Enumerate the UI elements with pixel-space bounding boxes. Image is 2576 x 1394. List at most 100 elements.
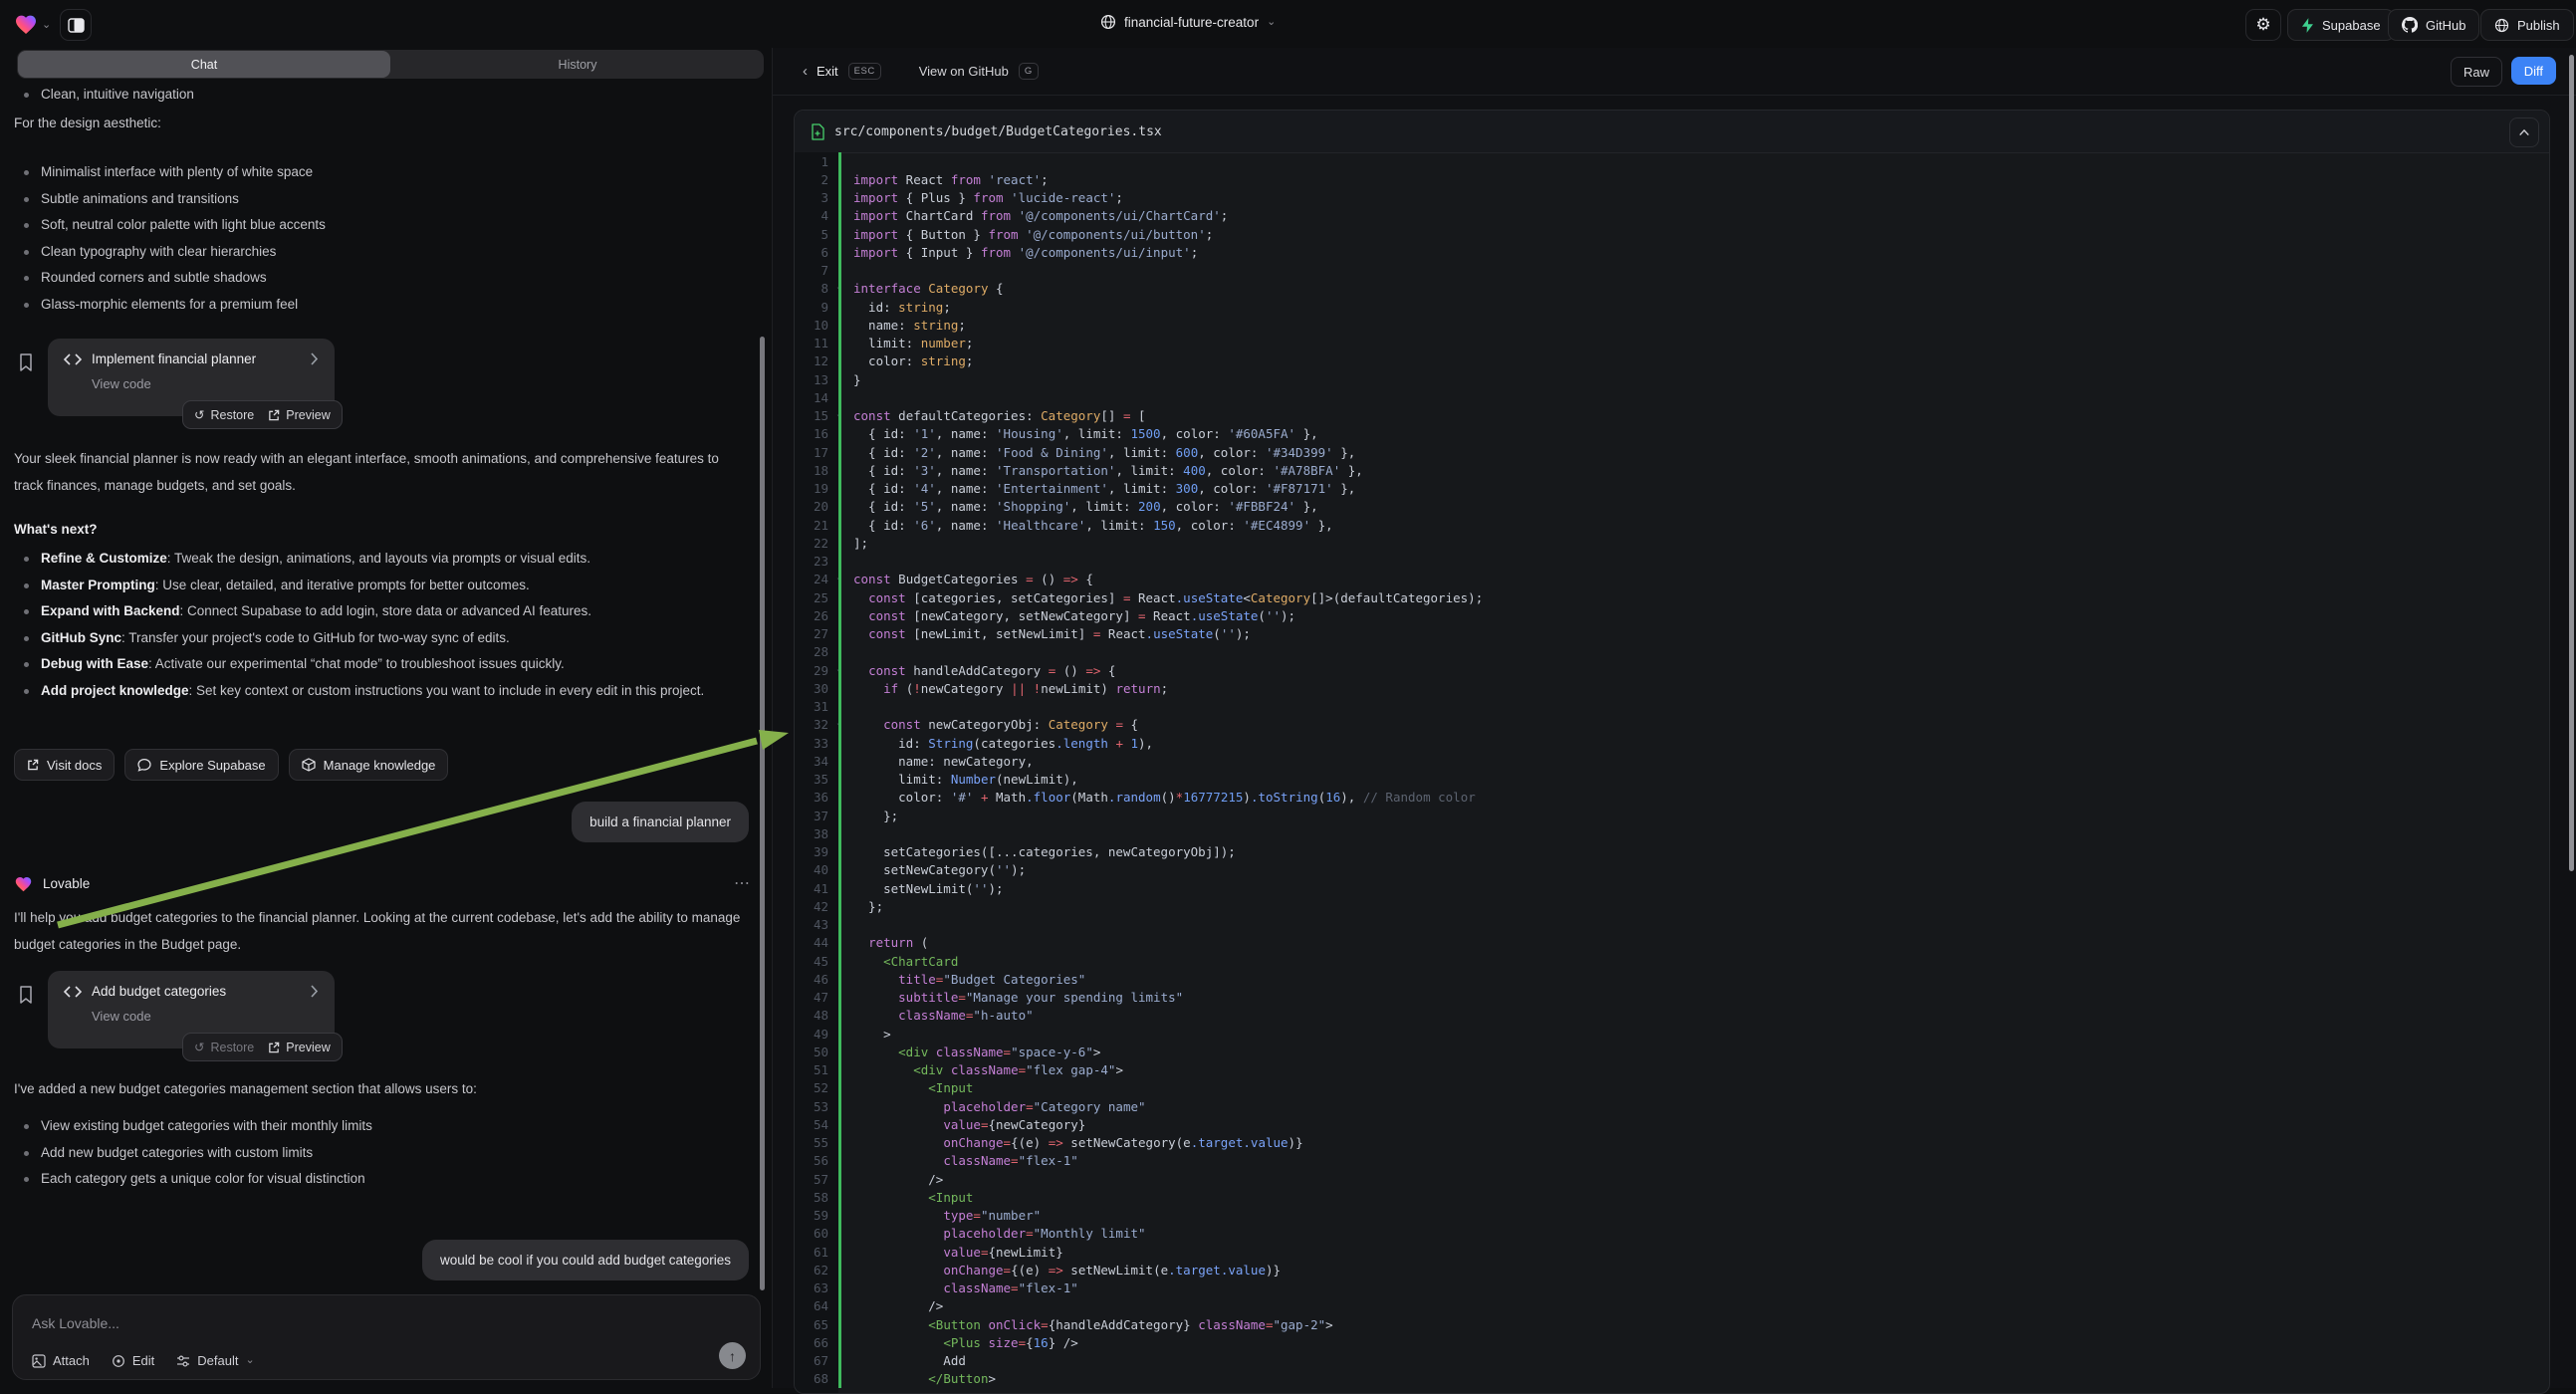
restore-button[interactable]: ↺Restore: [194, 1040, 254, 1054]
code-line: 41 setNewLimit('');: [795, 879, 2549, 897]
collapse-button[interactable]: [2509, 117, 2539, 147]
code-line: 11 limit: number;: [795, 335, 2549, 352]
sidebar-toggle-button[interactable]: [60, 9, 92, 41]
diff-added-marker: [838, 1134, 841, 1152]
code-line: 13}: [795, 370, 2549, 388]
bullet-dot: [24, 223, 29, 228]
external-link-icon: [268, 409, 280, 421]
diff-toggle-button[interactable]: Diff: [2511, 57, 2556, 85]
chat-panel[interactable]: Chat History Clean, intuitive navigation…: [0, 48, 772, 1388]
image-icon: [32, 1354, 46, 1368]
code-line: 25 const [categories, setCategories] = R…: [795, 588, 2549, 606]
publish-button[interactable]: Publish: [2480, 9, 2574, 41]
mode-selector[interactable]: Default ⌄: [176, 1353, 254, 1368]
restore-button[interactable]: ↺Restore: [194, 407, 254, 422]
bookmark-icon[interactable]: [18, 985, 34, 1005]
view-code-link[interactable]: View code: [92, 376, 319, 391]
code-lines[interactable]: 12import React from 'react';3import { Pl…: [795, 152, 2549, 1393]
diff-added-marker: [838, 1297, 841, 1315]
diff-added-marker: [838, 388, 841, 406]
diff-added-marker: [838, 1061, 841, 1079]
code-line: 24⌄const BudgetCategories = () => {: [795, 571, 2549, 588]
code-card: src/components/budget/BudgetCategories.t…: [794, 110, 2550, 1394]
sliders-icon: [176, 1354, 190, 1368]
globe-icon: [1100, 14, 1116, 30]
project-selector[interactable]: financial-future-creator ⌄: [1100, 14, 1276, 30]
send-button[interactable]: ↑: [719, 1342, 746, 1369]
file-header[interactable]: src/components/budget/BudgetCategories.t…: [795, 111, 2549, 153]
page-scrollbar[interactable]: [2569, 55, 2574, 871]
chevron-down-icon: ⌄: [245, 1355, 254, 1366]
code-line: 62 onChange={(e) => setNewLimit(e.target…: [795, 1261, 2549, 1278]
view-on-github-link[interactable]: View on GitHub: [919, 64, 1009, 79]
raw-toggle-button[interactable]: Raw: [2451, 57, 2502, 87]
code-line: 31: [795, 698, 2549, 716]
preview-button[interactable]: Preview: [268, 1041, 330, 1054]
exit-button[interactable]: Exit: [817, 64, 838, 79]
external-link-icon: [268, 1042, 280, 1053]
package-icon: [302, 758, 316, 772]
visit-docs-button[interactable]: Visit docs: [14, 749, 115, 781]
attach-button[interactable]: Attach: [32, 1353, 90, 1368]
diff-added-marker: [838, 952, 841, 970]
diff-added-marker: [838, 789, 841, 807]
code-line: 8⌄interface Category {: [795, 280, 2549, 298]
code-line: 4import ChartCard from '@/components/ui/…: [795, 207, 2549, 225]
bullet-dot: [24, 250, 29, 255]
code-line: 30 if (!newCategory || !newLimit) return…: [795, 679, 2549, 697]
code-icon: [64, 353, 82, 365]
lovable-heart-icon: [14, 13, 38, 35]
diff-added-marker: [838, 1188, 841, 1206]
lovable-logo[interactable]: [14, 13, 38, 35]
code-line: 22];: [795, 534, 2549, 552]
publish-label: Publish: [2517, 18, 2560, 33]
bookmark-icon[interactable]: [18, 352, 34, 372]
chat-scrollbar[interactable]: [760, 337, 765, 1290]
code-line: 64 />: [795, 1297, 2549, 1315]
version-title: Implement financial planner: [92, 351, 301, 366]
code-line: 40 setNewCategory('');: [795, 861, 2549, 879]
bullet-dot: [24, 583, 29, 588]
diff-added-marker: [838, 1352, 841, 1370]
diff-added-marker: [838, 262, 841, 280]
bullet-dot: [24, 170, 29, 175]
manage-knowledge-button[interactable]: Manage knowledge: [289, 749, 449, 781]
code-line: 14: [795, 388, 2549, 406]
code-line: 5import { Button } from '@/components/ui…: [795, 225, 2549, 243]
bullet-item: Clean, intuitive navigation: [14, 82, 749, 109]
settings-button[interactable]: ⚙: [2245, 9, 2281, 41]
bullet-dot: [24, 276, 29, 281]
bullet-item: Subtle animations and transitions: [14, 186, 749, 213]
diff-added-marker: [838, 370, 841, 388]
edit-button[interactable]: Edit: [112, 1353, 154, 1368]
diff-added-marker: [838, 207, 841, 225]
code-line: 52 <Input: [795, 1079, 2549, 1097]
diff-added-marker: [838, 1170, 841, 1188]
tab-history[interactable]: History: [391, 50, 764, 79]
diff-added-marker: [838, 989, 841, 1007]
code-line: 9 id: string;: [795, 298, 2549, 316]
code-line: 44 return (: [795, 934, 2549, 952]
diff-added-marker: [838, 280, 841, 298]
message-menu-icon[interactable]: ⋯: [734, 873, 751, 893]
preview-button[interactable]: Preview: [268, 408, 330, 422]
chat-history-tabs: Chat History: [17, 50, 764, 79]
bullet-item: Master Prompting: Use clear, detailed, a…: [14, 573, 749, 599]
logo-chevron-down-icon[interactable]: ⌄: [42, 20, 51, 31]
scroll-top-list: Clean, intuitive navigation: [14, 82, 749, 109]
view-code-link[interactable]: View code: [92, 1009, 319, 1024]
chat-input[interactable]: Ask Lovable... Attach Edit: [12, 1294, 761, 1380]
diff-added-marker: [838, 407, 841, 425]
code-line: 29⌄ const handleAddCategory = () => {: [795, 661, 2549, 679]
esc-badge: esc: [848, 63, 881, 80]
code-view-header: ‹ Exit esc View on GitHub G Raw Diff: [773, 48, 2576, 96]
code-line: 39 setCategories([...categories, newCate…: [795, 843, 2549, 861]
code-line: 19 { id: '4', name: 'Entertainment', lim…: [795, 480, 2549, 498]
version-title: Add budget categories: [92, 984, 301, 999]
tab-chat[interactable]: Chat: [18, 51, 390, 78]
github-button[interactable]: GitHub: [2388, 9, 2479, 41]
explore-supabase-button[interactable]: Explore Supabase: [124, 749, 278, 781]
diff-added-marker: [838, 588, 841, 606]
code-line: 58 <Input: [795, 1188, 2549, 1206]
supabase-button[interactable]: Supabase: [2287, 9, 2395, 41]
